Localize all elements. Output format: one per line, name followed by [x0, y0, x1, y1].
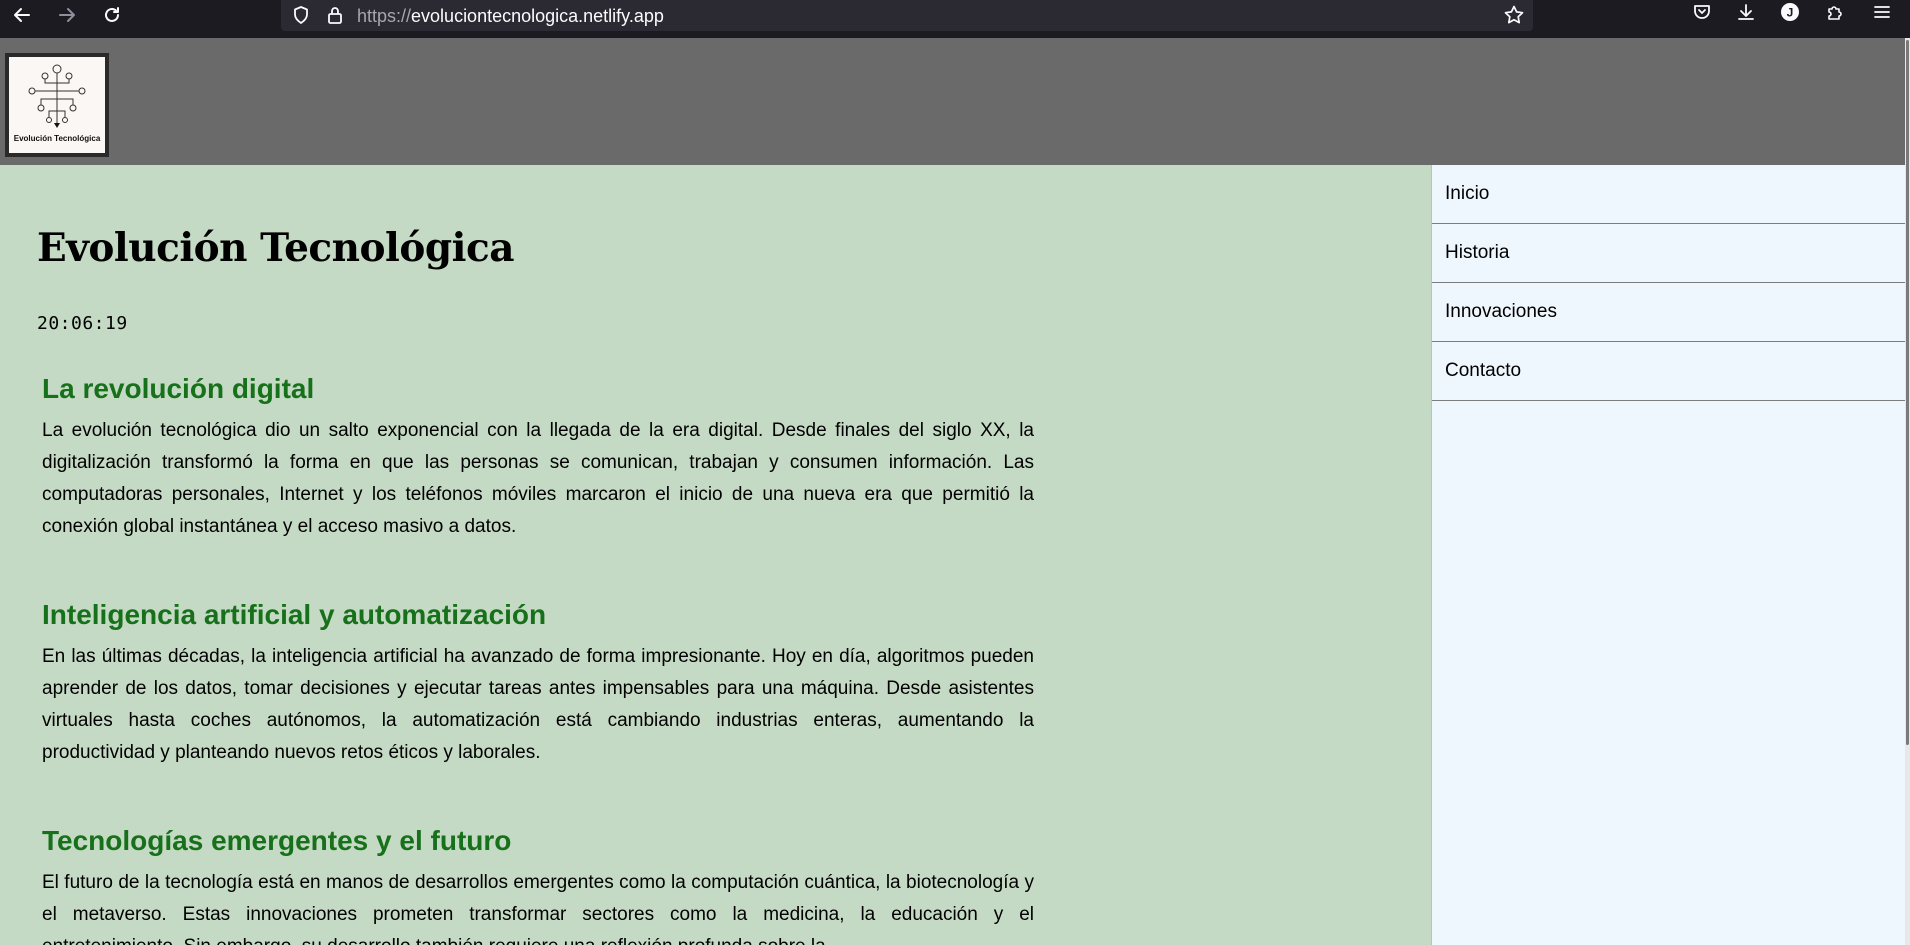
tech-tree-icon — [28, 64, 86, 128]
account-icon: J — [1781, 3, 1799, 21]
main-content: Evolución Tecnológica 20:06:19 La revolu… — [0, 165, 1431, 945]
pocket-button[interactable] — [1692, 2, 1712, 28]
lock-icon[interactable] — [325, 5, 345, 25]
pocket-icon — [1694, 5, 1710, 19]
section-tecnologias-emergentes: Tecnologías emergentes y el futuro El fu… — [42, 821, 1034, 945]
nav-item-innovaciones[interactable]: Innovaciones — [1432, 283, 1906, 342]
scrollbar-thumb[interactable] — [1906, 40, 1909, 745]
menu-icon — [1874, 6, 1890, 18]
nav-item-inicio[interactable]: Inicio — [1432, 165, 1906, 224]
live-clock: 20:06:19 — [37, 313, 128, 334]
shield-icon[interactable] — [291, 5, 311, 25]
back-arrow-icon — [14, 8, 30, 22]
extensions-icon — [1828, 6, 1842, 20]
forward-button[interactable] — [54, 2, 80, 28]
section-body: La evolución tecnológica dio un salto ex… — [42, 420, 1034, 537]
address-bar[interactable]: https://evoluciontecnologica.netlify.app — [281, 0, 1533, 31]
section-body: El futuro de la tecnología está en manos… — [42, 872, 1034, 945]
reload-icon — [105, 7, 119, 22]
section-heading: La revolución digital — [42, 373, 315, 404]
logo-text: Evolución Tecnológica — [13, 134, 101, 143]
site-logo[interactable]: Evolución Tecnológica — [5, 53, 109, 157]
site-header: Evolución Tecnológica — [0, 38, 1910, 165]
download-icon — [1738, 4, 1754, 20]
section-heading: Tecnologías emergentes y el futuro — [42, 825, 512, 856]
section-body: En las últimas décadas, la inteligencia … — [42, 646, 1034, 763]
section-inteligencia-artificial: Inteligencia artificial y automatización… — [42, 595, 1034, 769]
extensions-button[interactable] — [1825, 2, 1845, 28]
section-revolucion-digital: La revolución digital La evolución tecno… — [42, 369, 1034, 543]
account-button[interactable]: J — [1780, 2, 1800, 28]
nav-item-contacto[interactable]: Contacto — [1432, 342, 1906, 401]
url-text[interactable]: https://evoluciontecnologica.netlify.app — [357, 6, 664, 27]
back-button[interactable] — [9, 2, 35, 28]
sidebar-nav: Inicio Historia Innovaciones Contacto — [1431, 165, 1906, 945]
app-menu-button[interactable] — [1872, 2, 1892, 28]
forward-arrow-icon — [59, 8, 75, 22]
browser-toolbar: https://evoluciontecnologica.netlify.app… — [0, 0, 1910, 38]
page-title: Evolución Tecnológica — [37, 225, 514, 271]
nav-item-historia[interactable]: Historia — [1432, 224, 1906, 283]
star-icon[interactable] — [1503, 4, 1525, 26]
svg-text:J: J — [1787, 6, 1794, 20]
downloads-button[interactable] — [1736, 2, 1756, 28]
section-heading: Inteligencia artificial y automatización — [42, 599, 547, 630]
reload-button[interactable] — [99, 2, 125, 28]
